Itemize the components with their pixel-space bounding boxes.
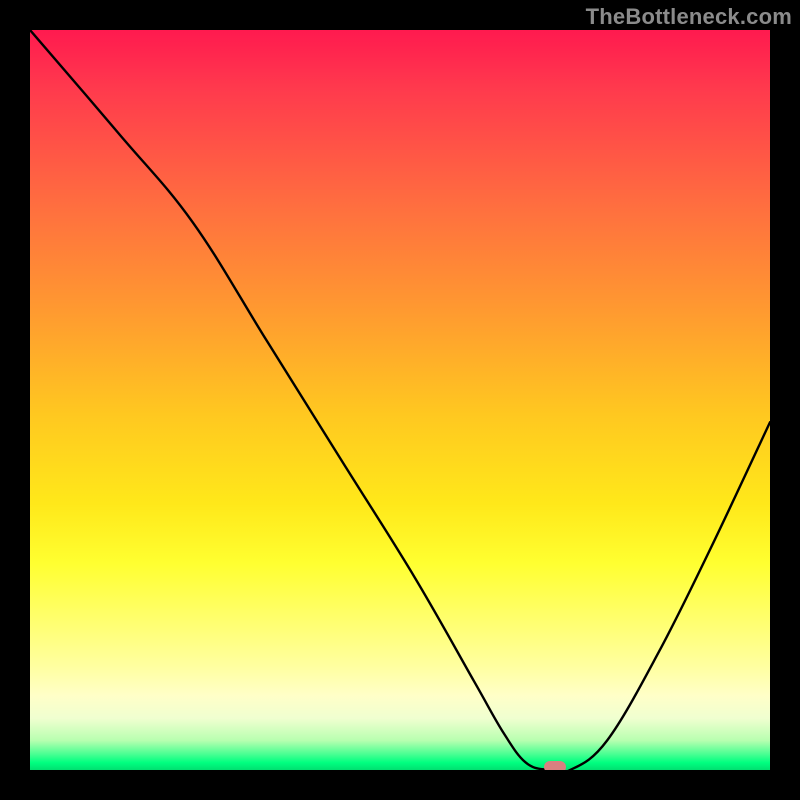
chart-frame: TheBottleneck.com (0, 0, 800, 800)
bottleneck-curve (30, 30, 770, 770)
plot-area (30, 30, 770, 770)
optimal-marker (544, 761, 566, 770)
watermark-text: TheBottleneck.com (586, 4, 792, 30)
